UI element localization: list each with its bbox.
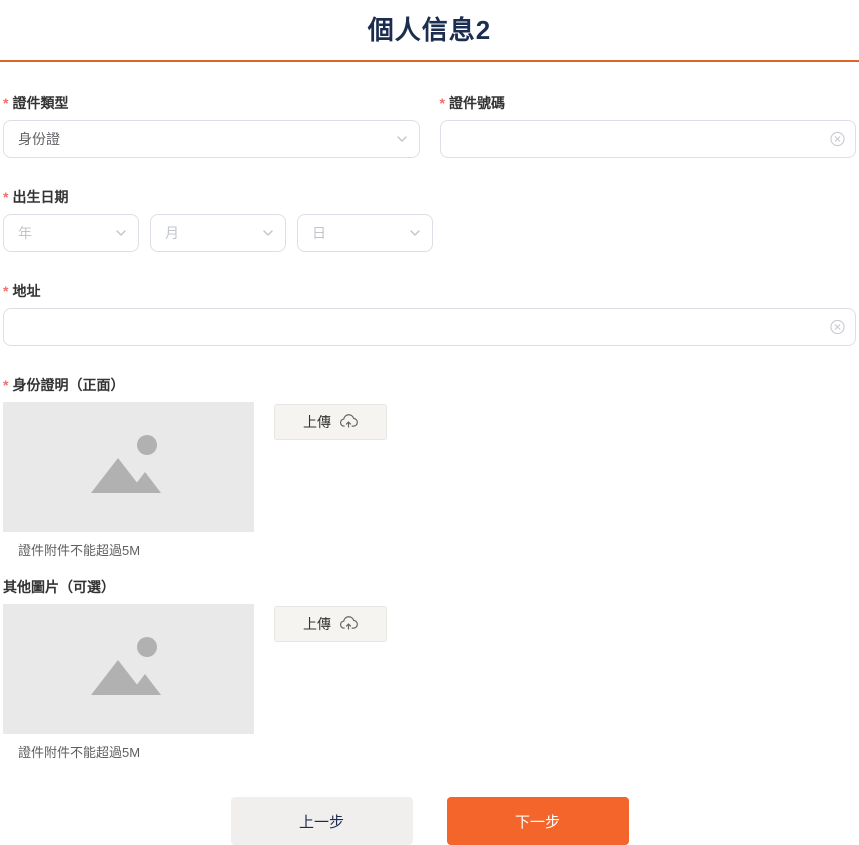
next-step-button[interactable]: 下一步 xyxy=(447,797,629,845)
page-header: 個人信息2 xyxy=(0,0,859,47)
doc-row: *證件類型 身份證 *證件號碼 xyxy=(3,95,856,158)
required-marker: * xyxy=(3,95,8,111)
chevron-down-icon xyxy=(408,226,422,240)
address-label: *地址 xyxy=(3,283,856,299)
other-image-label-text: 其他圖片（可選） xyxy=(3,579,115,595)
month-select[interactable]: 月 xyxy=(150,214,286,252)
doc-number-label-text: 證件號碼 xyxy=(449,95,505,111)
page-title: 個人信息2 xyxy=(0,10,859,47)
id-front-image-preview xyxy=(3,402,254,532)
other-image-preview xyxy=(3,604,254,734)
upload-button-label: 上傳 xyxy=(303,614,331,634)
personal-info-form-page: 個人信息2 *證件類型 身份證 *證件號碼 xyxy=(0,0,859,818)
upload-button-label: 上傳 xyxy=(303,412,331,432)
year-select[interactable]: 年 xyxy=(3,214,139,252)
chevron-down-icon xyxy=(261,226,275,240)
birth-date-label: *出生日期 xyxy=(3,189,856,205)
doc-number-input-wrap xyxy=(440,120,857,158)
cloud-upload-icon xyxy=(339,413,358,432)
doc-type-select[interactable]: 身份證 xyxy=(3,120,420,158)
other-image-upload-button[interactable]: 上傳 xyxy=(274,606,387,642)
clear-circle-icon[interactable] xyxy=(830,320,845,335)
doc-number-input[interactable] xyxy=(455,131,842,147)
personal-info-form: *證件類型 身份證 *證件號碼 xyxy=(0,95,859,845)
id-front-upload-button[interactable]: 上傳 xyxy=(274,404,387,440)
required-marker: * xyxy=(440,95,445,111)
month-placeholder: 月 xyxy=(165,223,271,243)
form-footer: 上一步 下一步 xyxy=(3,797,856,845)
id-front-upload-row: 上傳 xyxy=(3,402,856,532)
accent-divider xyxy=(0,60,859,62)
doc-number-label: *證件號碼 xyxy=(440,95,857,111)
other-image-label: 其他圖片（可選） xyxy=(3,579,856,595)
address-input[interactable] xyxy=(18,319,841,335)
chevron-down-icon xyxy=(395,132,409,146)
id-front-label: *身份證明（正面） xyxy=(3,377,856,393)
doc-number-field: *證件號碼 xyxy=(440,95,857,158)
other-image-upload-row: 上傳 xyxy=(3,604,856,734)
required-marker: * xyxy=(3,189,8,205)
cloud-upload-icon xyxy=(339,615,358,634)
day-select[interactable]: 日 xyxy=(297,214,433,252)
doc-type-selected-value: 身份證 xyxy=(18,129,405,149)
previous-step-button[interactable]: 上一步 xyxy=(231,797,413,845)
id-front-field: *身份證明（正面） 上傳 xyxy=(3,377,856,559)
doc-type-label-text: 證件類型 xyxy=(12,95,68,111)
chevron-down-icon xyxy=(114,226,128,240)
image-placeholder-icon xyxy=(81,633,177,706)
image-placeholder-icon xyxy=(81,431,177,504)
other-image-field: 其他圖片（可選） 上傳 xyxy=(3,579,856,761)
day-placeholder: 日 xyxy=(312,223,418,243)
required-marker: * xyxy=(3,283,8,299)
doc-type-field: *證件類型 身份證 xyxy=(3,95,420,158)
clear-circle-icon[interactable] xyxy=(830,132,845,147)
birth-date-label-text: 出生日期 xyxy=(12,189,68,205)
address-label-text: 地址 xyxy=(12,283,40,299)
other-image-upload-hint: 證件附件不能超過5M xyxy=(3,742,856,761)
doc-type-label: *證件類型 xyxy=(3,95,420,111)
id-front-label-text: 身份證明（正面） xyxy=(12,377,124,393)
address-field: *地址 xyxy=(3,283,856,346)
id-front-upload-hint: 證件附件不能超過5M xyxy=(3,540,856,559)
address-input-wrap xyxy=(3,308,856,346)
year-placeholder: 年 xyxy=(18,223,124,243)
birth-date-selects: 年 月 日 xyxy=(3,214,856,252)
required-marker: * xyxy=(3,377,8,393)
birth-date-field: *出生日期 年 月 日 xyxy=(3,189,856,252)
